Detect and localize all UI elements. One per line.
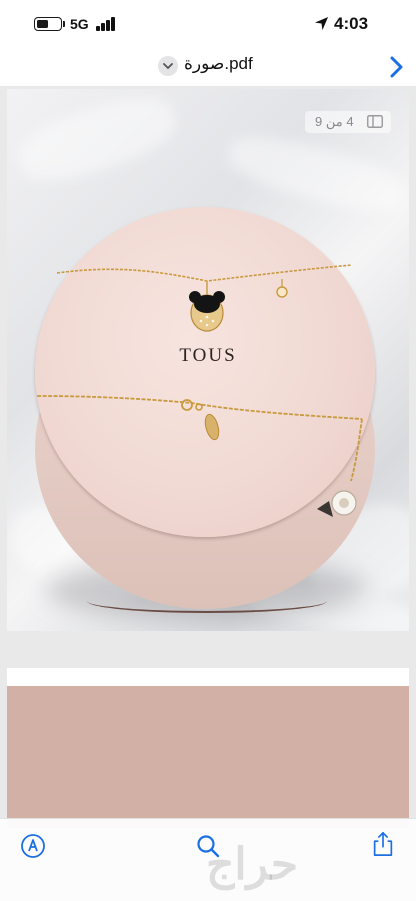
- chevron-down-icon: [163, 63, 173, 70]
- markup-pen-icon[interactable]: [20, 833, 46, 859]
- battery-tip: [63, 21, 65, 27]
- thumbnail-view-icon[interactable]: [367, 115, 383, 128]
- pdf-page-next-image: [7, 686, 409, 828]
- pdf-page-image[interactable]: TOUS 4 من 9: [7, 89, 409, 631]
- clock: 4:03: [334, 14, 369, 33]
- status-bar: 5G 4:03: [0, 0, 416, 50]
- title-menu-button[interactable]: [158, 56, 178, 76]
- watermark: حراج: [206, 840, 299, 889]
- bear-pendant: [189, 291, 225, 332]
- document-title-bar: صورة.pdf: [0, 50, 416, 86]
- necklace-and-bracelet: [36, 264, 363, 517]
- page-indicator: 4 من 9: [305, 111, 391, 133]
- battery-level: [37, 20, 48, 28]
- location-arrow-icon: [314, 16, 329, 31]
- pdf-page-next[interactable]: [7, 668, 409, 828]
- page-indicator-text: 4 من 9: [315, 114, 354, 129]
- signal-strength-icon: [96, 17, 116, 31]
- chevron-right-icon[interactable]: [388, 55, 406, 79]
- bottom-toolbar: حراج: [0, 818, 416, 901]
- network-type: 5G: [70, 16, 89, 32]
- document-title[interactable]: صورة.pdf: [184, 54, 253, 74]
- share-icon[interactable]: [370, 831, 396, 857]
- battery-icon: [34, 17, 62, 31]
